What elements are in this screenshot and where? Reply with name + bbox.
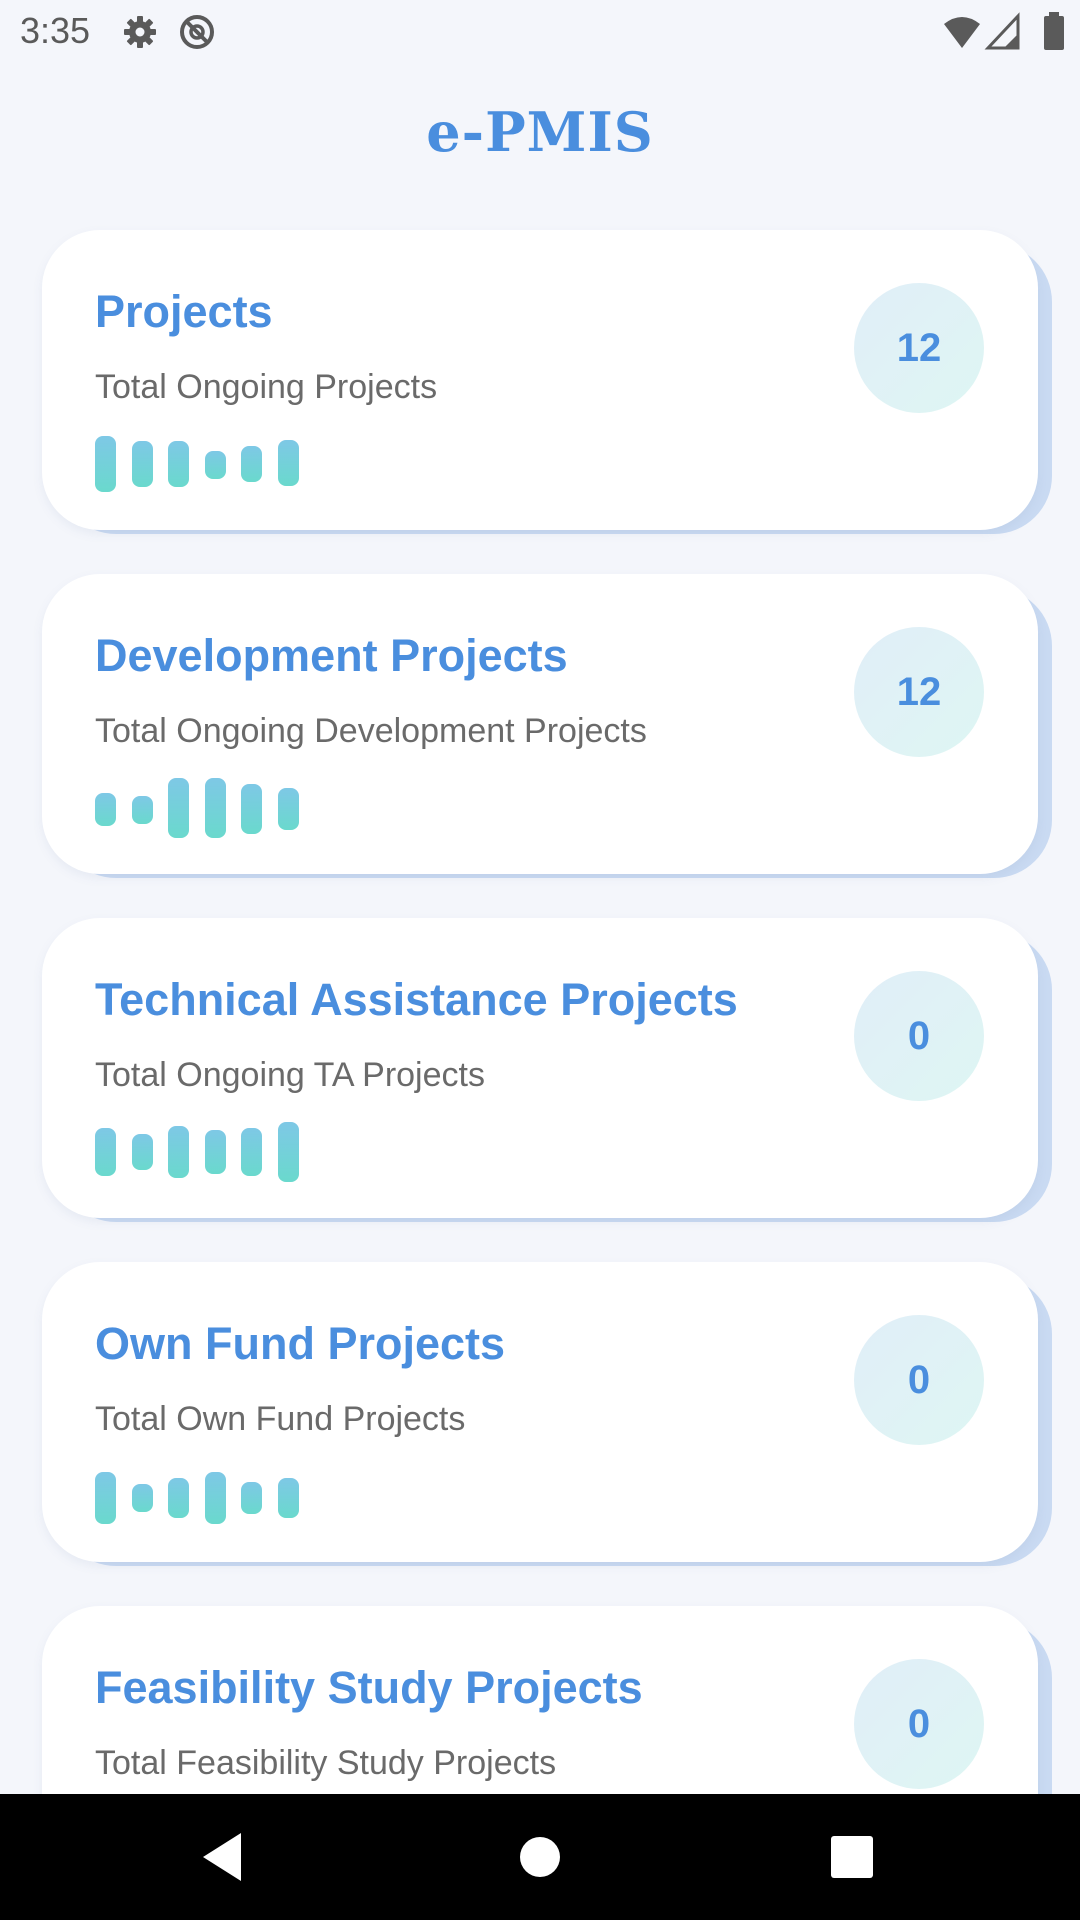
decorative-bar — [132, 796, 153, 824]
decorative-bar — [168, 1478, 189, 1518]
card-surface[interactable]: Technical Assistance Projects Total Ongo… — [42, 918, 1038, 1218]
decorative-bar — [205, 1130, 226, 1174]
card-title: Projects — [95, 286, 273, 337]
decorative-bar — [168, 1126, 189, 1178]
navigation-bar — [0, 1794, 1080, 1920]
app-title: e-PMIS — [426, 100, 654, 164]
status-bar: 3:35 — [0, 0, 1080, 64]
decorative-bar — [241, 446, 262, 482]
decorative-bar — [205, 451, 226, 479]
card-title: Development Projects — [95, 630, 568, 681]
card-title: Feasibility Study Projects — [95, 1662, 643, 1713]
decorative-bar — [205, 778, 226, 838]
decorative-bar — [241, 1482, 262, 1514]
decorative-bar — [278, 1122, 299, 1182]
card-subtitle: Total Ongoing TA Projects — [95, 1056, 485, 1094]
card-surface[interactable]: Projects Total Ongoing Projects 12 — [42, 230, 1038, 530]
recents-icon[interactable] — [822, 1827, 882, 1887]
decorative-bar — [95, 1128, 116, 1176]
count-badge: 12 — [854, 627, 984, 757]
wifi-icon — [942, 12, 982, 52]
count-badge: 0 — [854, 971, 984, 1101]
decorative-bar — [168, 778, 189, 838]
decorative-bar — [132, 1134, 153, 1170]
card-projects[interactable]: Projects Total Ongoing Projects 12 — [42, 230, 1052, 534]
card-title: Technical Assistance Projects — [95, 974, 738, 1025]
decorative-bar — [132, 1484, 153, 1512]
card-surface[interactable]: Development Projects Total Ongoing Devel… — [42, 574, 1038, 874]
decorative-bar — [278, 440, 299, 486]
decorative-bars — [95, 770, 315, 840]
decorative-bars — [95, 1458, 315, 1528]
count-badge: 12 — [854, 283, 984, 413]
decorative-bar — [132, 441, 153, 487]
card-subtitle: Total Ongoing Projects — [95, 368, 438, 406]
count-badge: 0 — [854, 1659, 984, 1789]
decorative-bar — [168, 441, 189, 487]
card-subtitle: Total Ongoing Development Projects — [95, 712, 647, 750]
card-subtitle: Total Feasibility Study Projects — [95, 1744, 557, 1782]
decorative-bar — [95, 1472, 116, 1524]
no-tracking-icon — [177, 12, 217, 52]
card-feasibility-study-projects[interactable]: Feasibility Study Projects Total Feasibi… — [42, 1606, 1052, 1794]
card-own-fund-projects[interactable]: Own Fund Projects Total Own Fund Project… — [42, 1262, 1052, 1566]
home-icon[interactable] — [510, 1827, 570, 1887]
screen: e-PMIS Projects Total Ongoing Projects 1… — [0, 0, 1080, 1920]
decorative-bars — [95, 426, 315, 496]
signal-icon — [984, 12, 1024, 52]
decorative-bar — [95, 436, 116, 492]
card-technical-assistance-projects[interactable]: Technical Assistance Projects Total Ongo… — [42, 918, 1052, 1222]
battery-icon — [1034, 12, 1074, 52]
decorative-bar — [241, 784, 262, 834]
card-list[interactable]: e-PMIS Projects Total Ongoing Projects 1… — [0, 0, 1080, 1794]
decorative-bar — [241, 1128, 262, 1176]
decorative-bar — [278, 1478, 299, 1518]
card-development-projects[interactable]: Development Projects Total Ongoing Devel… — [42, 574, 1052, 878]
count-badge: 0 — [854, 1315, 984, 1445]
decorative-bar — [205, 1472, 226, 1524]
decorative-bar — [95, 793, 116, 826]
decorative-bars — [95, 1114, 315, 1184]
back-icon[interactable] — [195, 1827, 255, 1887]
gear-icon — [120, 12, 160, 52]
status-time: 3:35 — [20, 10, 91, 51]
card-title: Own Fund Projects — [95, 1318, 506, 1369]
decorative-bar — [278, 788, 299, 830]
card-surface[interactable]: Own Fund Projects Total Own Fund Project… — [42, 1262, 1038, 1562]
card-surface[interactable]: Feasibility Study Projects Total Feasibi… — [42, 1606, 1038, 1794]
card-subtitle: Total Own Fund Projects — [95, 1400, 466, 1438]
